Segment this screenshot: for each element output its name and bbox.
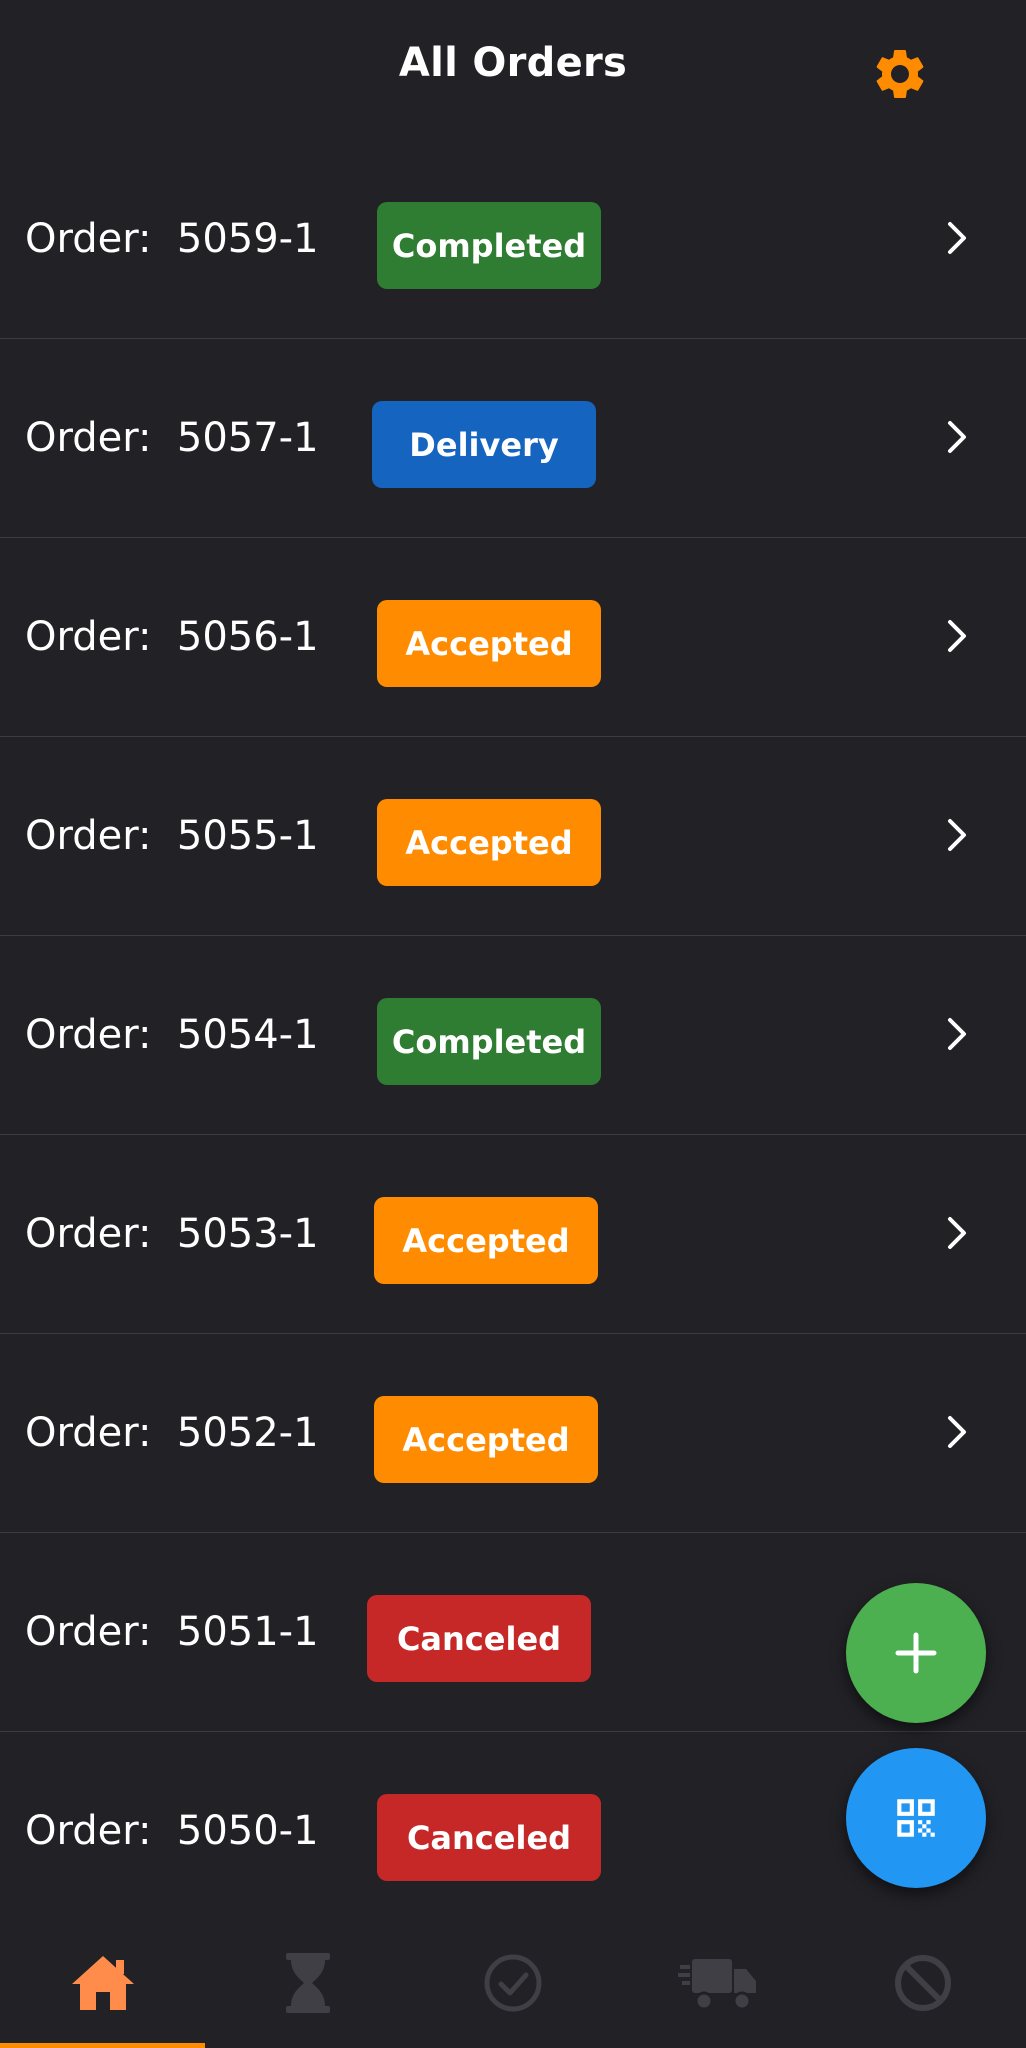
home-icon: [71, 1956, 134, 2010]
order-row[interactable]: Order: 5059-1 Completed: [0, 140, 1026, 339]
chevron-right-icon: [948, 1416, 966, 1448]
settings-button[interactable]: [866, 40, 934, 108]
status-badge-delivery: Delivery: [372, 401, 596, 488]
bottom-navigation: [0, 1918, 1026, 2048]
plus-icon: [895, 1632, 937, 1674]
chevron-right-icon: [948, 1217, 966, 1249]
order-number: Order: 5059-1: [25, 216, 319, 262]
nav-completed[interactable]: [410, 1918, 615, 2048]
nav-home[interactable]: [0, 1918, 205, 2048]
qr-code-icon: [897, 1799, 935, 1837]
order-number: Order: 5055-1: [25, 813, 319, 859]
scan-qr-button[interactable]: [846, 1748, 986, 1888]
status-badge-completed: Completed: [377, 202, 601, 289]
nav-canceled[interactable]: [820, 1918, 1025, 2048]
status-badge-completed: Completed: [377, 998, 601, 1085]
chevron-right-icon: [948, 620, 966, 652]
status-badge-canceled: Canceled: [377, 1794, 601, 1881]
status-badge-accepted: Accepted: [374, 1197, 598, 1284]
order-row[interactable]: Order: 5056-1 Accepted: [0, 538, 1026, 737]
order-row[interactable]: Order: 5054-1 Completed: [0, 936, 1026, 1135]
order-row[interactable]: Order: 5055-1 Accepted: [0, 737, 1026, 936]
status-badge-accepted: Accepted: [377, 600, 601, 687]
order-row[interactable]: Order: 5057-1 Delivery: [0, 339, 1026, 538]
nav-delivery[interactable]: [615, 1918, 820, 2048]
order-row[interactable]: Order: 5053-1 Accepted: [0, 1135, 1026, 1334]
order-number: Order: 5057-1: [25, 415, 319, 461]
order-number: Order: 5054-1: [25, 1012, 319, 1058]
chevron-right-icon: [948, 421, 966, 453]
order-number: Order: 5051-1: [25, 1609, 319, 1655]
gear-icon: [876, 49, 924, 98]
nav-pending[interactable]: [205, 1918, 410, 2048]
add-order-button[interactable]: [846, 1583, 986, 1723]
block-icon: [894, 1955, 951, 2011]
order-number: Order: 5052-1: [25, 1410, 319, 1456]
order-number: Order: 5050-1: [25, 1808, 319, 1854]
chevron-right-icon: [948, 819, 966, 851]
chevron-right-icon: [948, 222, 966, 254]
app-header: All Orders: [0, 0, 1026, 140]
order-number: Order: 5056-1: [25, 614, 319, 660]
chevron-right-icon: [948, 1018, 966, 1050]
status-badge-canceled: Canceled: [367, 1595, 591, 1682]
active-tab-indicator: [0, 2043, 205, 2048]
status-badge-accepted: Accepted: [374, 1396, 598, 1483]
order-number: Order: 5053-1: [25, 1211, 319, 1257]
hourglass-icon: [285, 1953, 330, 2013]
status-badge-accepted: Accepted: [377, 799, 601, 886]
order-row[interactable]: Order: 5052-1 Accepted: [0, 1334, 1026, 1533]
delivery-truck-icon: [677, 1959, 756, 2011]
check-circle-icon: [484, 1954, 541, 2012]
